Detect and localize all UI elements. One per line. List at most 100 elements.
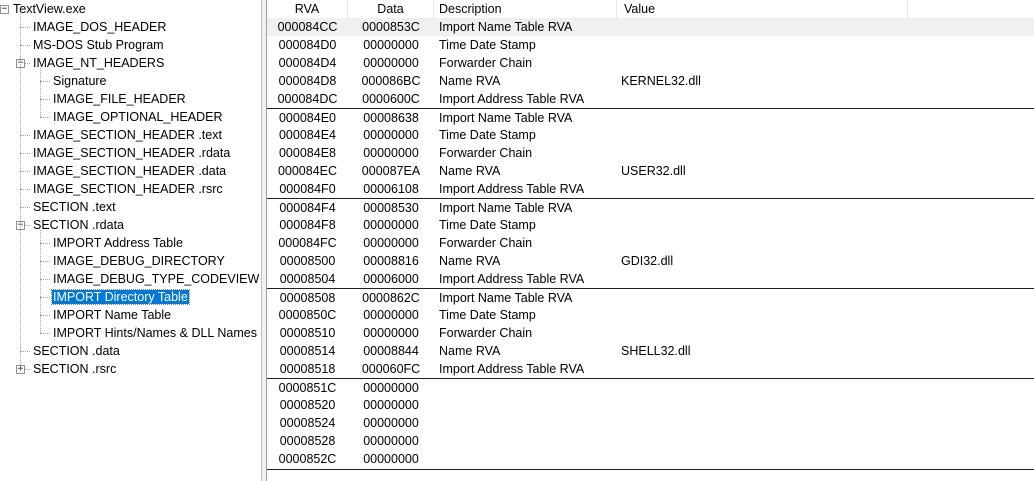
cell-value [621, 18, 917, 36]
cell-desc: Time Date Stamp [439, 218, 536, 232]
tree-item[interactable]: SECTION .rsrc [32, 360, 117, 378]
column-header-value[interactable]: Value [617, 0, 908, 18]
tree-connector [20, 27, 30, 28]
tree-item[interactable]: TextView.exe [12, 0, 87, 18]
cell-desc [439, 379, 617, 397]
table-row[interactable]: 000084D4 00000000 Forwarder Chain [267, 54, 1034, 72]
cell-rva: 000084D8 [278, 74, 337, 88]
table-row[interactable]: 00008524 00000000 [267, 414, 1034, 432]
cell-desc: Import Address Table RVA [439, 272, 585, 286]
tree-item-label: IMAGE_SECTION_HEADER .rdata [33, 146, 231, 160]
table-row[interactable]: 0000850C 00000000 Time Date Stamp [267, 306, 1034, 324]
tree-item[interactable]: IMAGE_DEBUG_DIRECTORY [52, 252, 226, 270]
tree-item-label: IMPORT Name Table [53, 308, 172, 322]
cell-data: 00000000 [363, 146, 419, 160]
table-row[interactable]: 000084EC 000087EA Name RVA USER32.dll [267, 162, 1034, 180]
tree-connector [40, 279, 50, 280]
cell-data: 00008844 [363, 344, 419, 358]
cell-rva: 00008500 [279, 254, 336, 268]
tree-connector [20, 14, 21, 369]
tree-item[interactable]: IMPORT Address Table [52, 234, 184, 252]
table-row[interactable]: 000084F8 00000000 Time Date Stamp [267, 216, 1034, 234]
tree-item-label: MS-DOS Stub Program [33, 38, 164, 52]
table-row[interactable]: 0000851C 00000000 [267, 379, 1034, 397]
cell-desc: Forwarder Chain [439, 56, 533, 70]
table-row[interactable]: 00008508 0000862C Import Name Table RVA [267, 289, 1034, 307]
table-row[interactable]: 000084E4 00000000 Time Date Stamp [267, 126, 1034, 144]
tree-item[interactable]: IMAGE_DEBUG_TYPE_CODEVIEW [52, 270, 260, 288]
cell-rva: 0000850C [278, 308, 337, 322]
cell-data: 00000000 [363, 434, 419, 448]
table-row[interactable]: 00008510 00000000 Forwarder Chain [267, 324, 1034, 342]
column-header-data[interactable]: Data [348, 0, 434, 18]
cell-data: 00008816 [363, 254, 419, 268]
table-row[interactable]: 000084F4 00008530 Import Name Table RVA [267, 199, 1034, 217]
cell-data: 00006000 [363, 272, 419, 286]
cell-rva: 000084DC [277, 92, 338, 106]
tree-item-label: IMAGE_SECTION_HEADER .text [33, 128, 222, 142]
tree-item[interactable]: IMPORT Hints/Names & DLL Names [52, 324, 258, 342]
tree-item-label: TextView.exe [13, 2, 86, 16]
tree-item[interactable]: SECTION .data [32, 342, 121, 360]
table-row[interactable]: 00008520 00000000 [267, 396, 1034, 414]
group-separator [267, 469, 1034, 470]
tree-item[interactable]: IMPORT Name Table [52, 306, 172, 324]
table-row[interactable]: 00008504 00006000 Import Address Table RVA [267, 270, 1034, 288]
cell-desc: Forwarder Chain [439, 326, 533, 340]
cell-rva: 00008520 [279, 398, 336, 412]
column-header-description[interactable]: Description [434, 0, 617, 18]
cell-rva: 000084CC [277, 20, 338, 34]
cell-data: 00000000 [363, 308, 419, 322]
table-row[interactable]: 00008528 00000000 [267, 432, 1034, 450]
tree-item[interactable]: IMAGE_SECTION_HEADER .data [32, 162, 227, 180]
table-row[interactable]: 000084DC 0000600C Import Address Table RVA [267, 90, 1034, 108]
cell-rva: 00008518 [279, 362, 336, 376]
column-header-rva[interactable]: RVA [267, 0, 348, 18]
tree-view[interactable]: TextView.exe − IMAGE_DOS_HEADER MS-DOS Stub… [0, 0, 261, 481]
cell-value [621, 324, 917, 342]
tree-item[interactable]: IMAGE_SECTION_HEADER .rdata [32, 144, 231, 162]
cell-value [621, 144, 917, 162]
cell-desc: Name RVA [439, 164, 501, 178]
table-row[interactable]: 000084D0 00000000 Time Date Stamp [267, 36, 1034, 54]
table-row[interactable]: 000084E0 00008638 Import Name Table RVA [267, 109, 1034, 127]
tree-connector [40, 230, 41, 333]
tree-item[interactable]: IMAGE_FILE_HEADER [52, 90, 187, 108]
cell-data: 000086BC [361, 74, 421, 88]
tree-item[interactable]: IMAGE_DOS_HEADER [32, 18, 167, 36]
collapse-icon[interactable]: − [0, 5, 9, 14]
tree-item[interactable]: IMPORT Directory Table [51, 288, 190, 306]
table-row[interactable]: 00008500 00008816 Name RVA GDI32.dll [267, 252, 1034, 270]
cell-desc: Forwarder Chain [439, 146, 533, 160]
tree-item-label: SECTION .rsrc [33, 362, 117, 376]
cell-value [621, 234, 917, 252]
tree-item-label: Signature [53, 74, 107, 88]
cell-value [621, 90, 917, 108]
cell-data: 00000000 [363, 38, 419, 52]
table-row[interactable]: 00008518 000060FC Import Address Table RVA [267, 360, 1034, 378]
cell-desc: Import Address Table RVA [439, 92, 585, 106]
tree-item[interactable]: IMAGE_OPTIONAL_HEADER [52, 108, 224, 126]
tree-item[interactable]: SECTION .rdata [32, 216, 125, 234]
tree-item[interactable]: IMAGE_SECTION_HEADER .rsrc [32, 180, 224, 198]
table-row[interactable]: 0000852C 00000000 [267, 450, 1034, 468]
tree-item[interactable]: MS-DOS Stub Program [32, 36, 165, 54]
cell-value: USER32.dll [621, 164, 686, 178]
tree-item[interactable]: Signature [52, 72, 108, 90]
tree-item[interactable]: IMAGE_NT_HEADERS [32, 54, 165, 72]
tree-item-label: IMAGE_DEBUG_DIRECTORY [53, 254, 225, 268]
tree-connector [40, 297, 50, 298]
cell-data: 00000000 [363, 236, 419, 250]
tree-item[interactable]: SECTION .text [32, 198, 117, 216]
cell-desc: Import Address Table RVA [439, 362, 585, 376]
table-row[interactable]: 000084D8 000086BC Name RVA KERNEL32.dll [267, 72, 1034, 90]
table-row[interactable]: 000084FC 00000000 Forwarder Chain [267, 234, 1034, 252]
table-row[interactable]: 00008514 00008844 Name RVA SHELL32.dll [267, 342, 1034, 360]
data-grid[interactable]: RVA Data Description Value 000084CC 00008… [267, 0, 1034, 481]
tree-item[interactable]: IMAGE_SECTION_HEADER .text [32, 126, 223, 144]
table-row[interactable]: 000084E8 00000000 Forwarder Chain [267, 144, 1034, 162]
table-row[interactable]: 000084CC 0000853C Import Name Table RVA [267, 18, 1034, 36]
cell-rva: 000084F4 [279, 201, 336, 215]
table-row[interactable]: 000084F0 00006108 Import Address Table RVA [267, 180, 1034, 198]
tree-connector [40, 261, 50, 262]
